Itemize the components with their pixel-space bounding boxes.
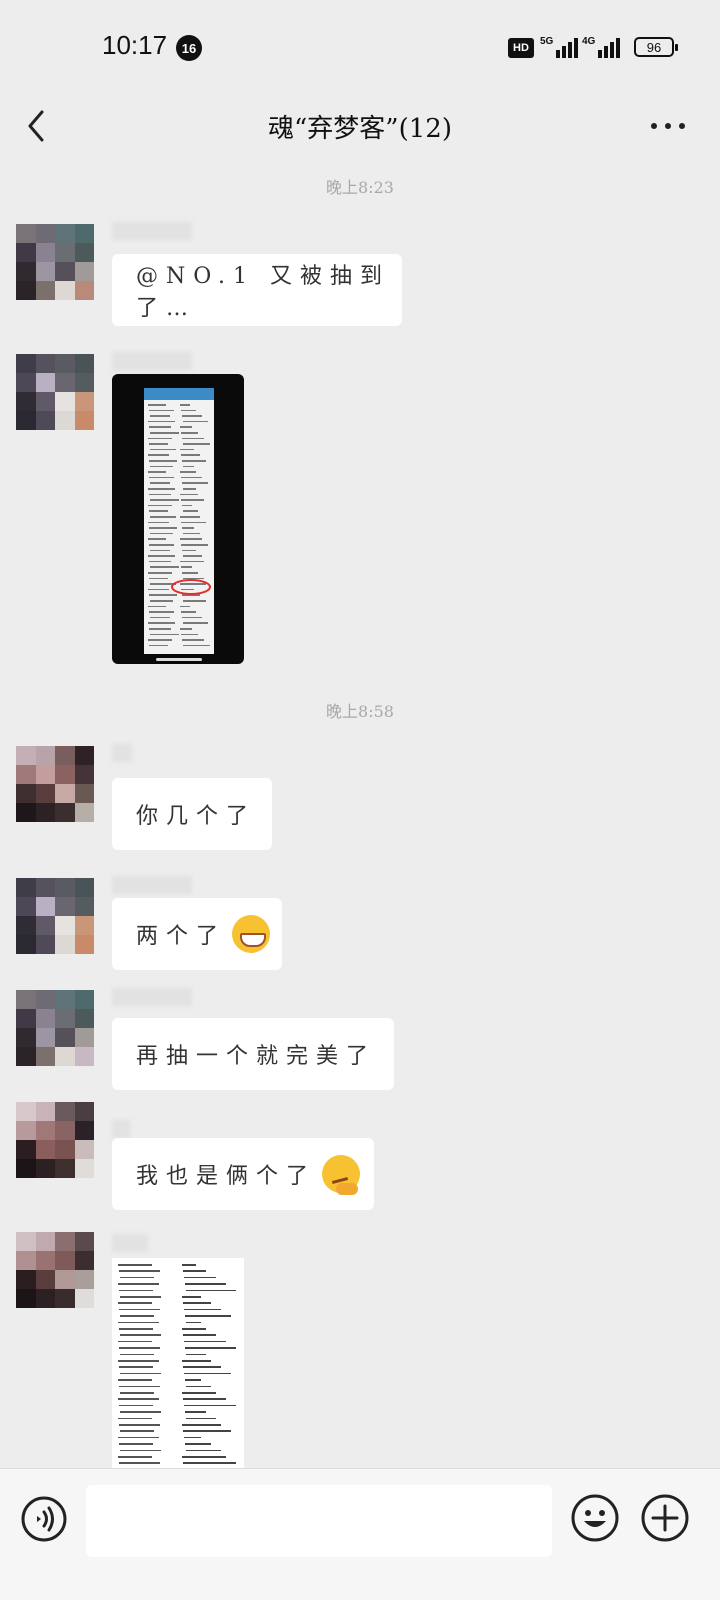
message-timestamp: 晚上8:23 [326, 178, 394, 197]
sender-name [112, 744, 132, 762]
chat-header: 魂“弃梦客”(12) [0, 96, 720, 156]
input-bar [0, 1468, 720, 1600]
avatar[interactable] [16, 878, 94, 954]
status-time: 10:17 [102, 30, 168, 60]
notification-count-badge: 16 [176, 35, 202, 61]
avatar[interactable] [16, 224, 94, 300]
image-message[interactable] [112, 374, 244, 664]
more-icon[interactable] [648, 116, 688, 136]
red-circle-annotation [171, 579, 211, 595]
image-message[interactable] [112, 1258, 244, 1468]
message-bubble[interactable]: 再抽一个就完美了 [112, 1018, 394, 1090]
hd-voice-icon: HD [508, 38, 534, 58]
sender-name [112, 876, 192, 894]
message-input[interactable] [86, 1485, 552, 1557]
chat-title: 魂“弃梦客”(12) [268, 114, 452, 144]
grinning-emoji-icon [232, 915, 271, 953]
message-bubble[interactable]: 两个了 [112, 898, 282, 970]
emoji-icon[interactable] [570, 1493, 620, 1543]
battery-icon: 96 [634, 37, 678, 57]
plus-icon[interactable] [640, 1493, 690, 1543]
message-bubble[interactable]: @NO.1 又被抽到了… [112, 254, 402, 326]
sender-name [112, 988, 192, 1006]
signal-5g-icon: 5G [540, 36, 579, 58]
message-bubble[interactable]: 我也是俩个了 [112, 1138, 374, 1210]
avatar[interactable] [16, 746, 94, 822]
avatar[interactable] [16, 990, 94, 1066]
status-bar: 10:17 16 HD 5G 4G 96 [0, 0, 720, 96]
avatar[interactable] [16, 1232, 94, 1308]
sender-name [112, 1234, 148, 1252]
voice-icon[interactable] [20, 1495, 68, 1543]
message-timestamp: 晚上8:58 [326, 702, 394, 721]
sender-name [112, 222, 192, 240]
sender-name [112, 1120, 130, 1138]
message-bubble[interactable]: 你几个了 [112, 778, 272, 850]
signal-4g-icon: 4G [582, 36, 621, 58]
avatar[interactable] [16, 1102, 94, 1178]
thinking-emoji-icon [322, 1155, 361, 1195]
sender-name [112, 352, 192, 370]
avatar[interactable] [16, 354, 94, 430]
